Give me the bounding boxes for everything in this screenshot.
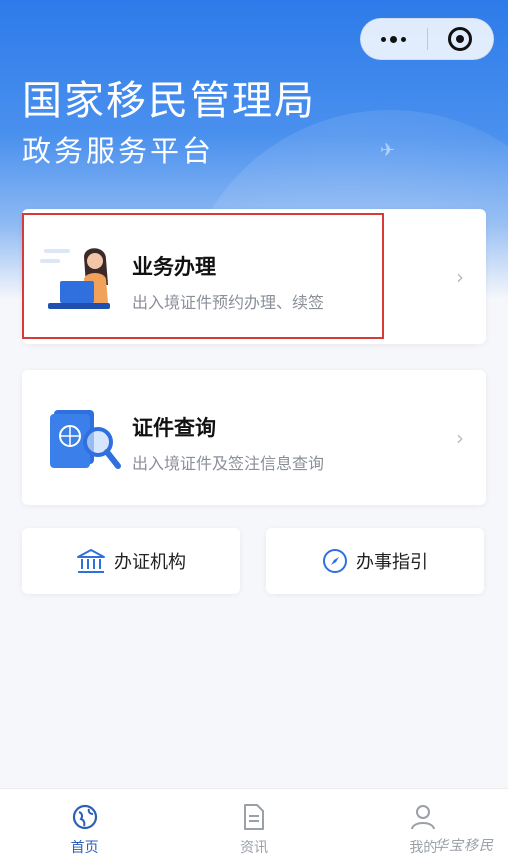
business-handling-card[interactable]: 业务办理 出入境证件预约办理、续签 › <box>22 209 486 344</box>
chevron-right-icon: › <box>456 265 464 289</box>
tab-label: 首页 <box>70 840 99 856</box>
service-agencies-button[interactable]: 办证机构 <box>22 528 240 594</box>
tab-home[interactable]: 首页 <box>0 789 169 865</box>
compass-icon <box>323 549 347 573</box>
card-title: 业务办理 <box>132 255 216 279</box>
user-icon <box>411 805 436 830</box>
globe-icon <box>72 804 97 830</box>
passport-magnifier-illustration <box>50 410 121 469</box>
document-query-card[interactable]: 证件查询 出入境证件及签注信息查询 › <box>22 370 486 505</box>
card-description: 出入境证件及签注信息查询 <box>132 454 325 473</box>
card-title: 证件查询 <box>132 416 216 440</box>
target-circle-icon <box>448 27 473 51</box>
chevron-right-icon: › <box>456 426 464 450</box>
page-subtitle: 政务服务平台 <box>22 134 215 168</box>
bank-building-icon <box>77 549 105 573</box>
tab-news[interactable]: 资讯 <box>169 789 338 865</box>
person-laptop-illustration <box>40 248 110 309</box>
miniprogram-capsule <box>360 18 494 60</box>
more-button[interactable] <box>361 19 427 59</box>
close-miniprogram-button[interactable] <box>428 19 494 59</box>
more-dots-icon <box>381 35 407 43</box>
bottom-tab-bar: 首页 资讯 我的 <box>0 788 508 865</box>
document-icon <box>243 804 264 830</box>
card-description: 出入境证件预约办理、续签 <box>132 293 325 312</box>
airplane-icon: ✈ <box>380 140 396 161</box>
service-guide-button[interactable]: 办事指引 <box>266 528 484 594</box>
quick-link-label: 办证机构 <box>114 552 186 573</box>
page-title: 国家移民管理局 <box>22 78 316 124</box>
quick-link-label: 办事指引 <box>356 552 428 573</box>
watermark: 华宝移民 <box>434 838 494 854</box>
tab-label: 资讯 <box>239 840 268 856</box>
